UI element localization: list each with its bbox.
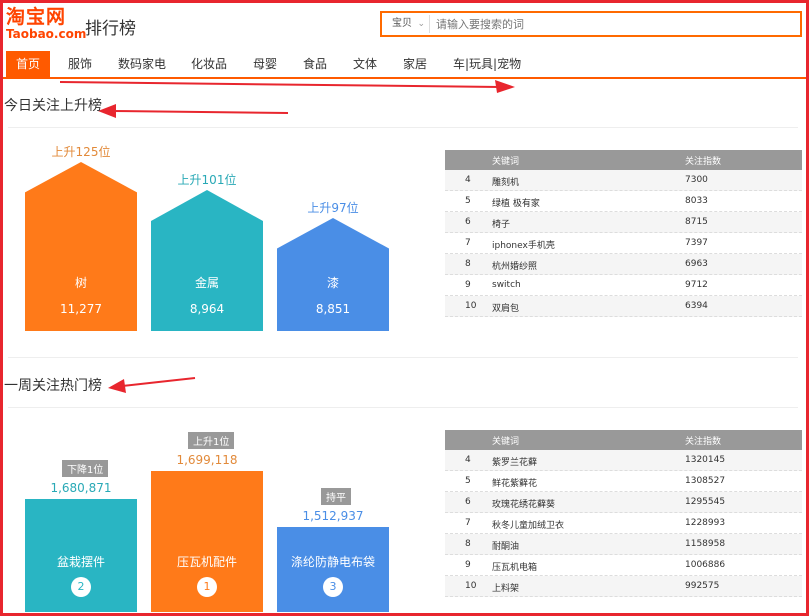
- section-title-weekly-hot: 一周关注热门榜: [4, 378, 102, 394]
- bar-rise-label: 上升97位: [307, 201, 359, 215]
- row-keyword[interactable]: 双肩包: [492, 301, 519, 314]
- row-index: 9712: [685, 280, 708, 290]
- row-rank: 7: [465, 518, 471, 528]
- rank-change-tag: 下降1位: [62, 460, 109, 477]
- row-index: 1320145: [685, 455, 726, 465]
- hot-bar[interactable]: 涤纶防静电布袋 3: [277, 527, 389, 612]
- column-header-index: 关注指数: [685, 157, 722, 167]
- bar-rise-label: 上升125位: [51, 145, 111, 159]
- row-rank: 10: [465, 581, 477, 591]
- table-row[interactable]: 7 iphonex手机壳 7397: [445, 233, 802, 254]
- row-index: 1295545: [685, 497, 726, 507]
- column-header-keyword: 关键词: [492, 437, 520, 447]
- row-rank: 8: [465, 259, 471, 269]
- table-row[interactable]: 7 秋冬儿童加绒卫衣 1228993: [445, 513, 802, 534]
- divider: [8, 127, 798, 128]
- bar-value-label: 1,699,118: [176, 453, 238, 467]
- bar-value: 8,964: [189, 302, 225, 316]
- table-header: 关键词 关注指数: [445, 430, 802, 450]
- column-header-keyword: 关键词: [492, 157, 520, 167]
- rising-keywords-table: 关键词 关注指数 4 雕刻机 7300 5 绿植 极有家 8033 6 椅子 8715 7 i…: [445, 150, 802, 317]
- hot-bar[interactable]: 盆栽摆件 2: [25, 499, 137, 612]
- row-index: 992575: [685, 581, 720, 591]
- rank-badge: 1: [197, 577, 217, 597]
- bar-name: 树: [74, 276, 87, 290]
- row-rank: 5: [465, 196, 471, 206]
- arrow-left-section1: [98, 104, 289, 118]
- rank-change-tag: 上升1位: [188, 432, 235, 449]
- divider: [8, 357, 798, 358]
- row-rank: 6: [465, 497, 471, 507]
- row-rank: 9: [465, 280, 471, 290]
- table-row[interactable]: 8 耐酮油 1158958: [445, 534, 802, 555]
- row-index: 1228993: [685, 518, 726, 528]
- row-keyword[interactable]: 上料架: [492, 581, 519, 594]
- divider: [8, 407, 798, 408]
- row-keyword[interactable]: 耐酮油: [492, 539, 519, 552]
- row-rank: 6: [465, 217, 471, 227]
- row-keyword[interactable]: switch: [492, 280, 521, 290]
- row-keyword[interactable]: 玫瑰花绣花藓葵: [492, 497, 555, 510]
- section-title-daily-rising: 今日关注上升榜: [4, 98, 102, 114]
- row-index: 6963: [685, 259, 708, 269]
- row-rank: 5: [465, 476, 471, 486]
- table-row[interactable]: 10 上料架 992575: [445, 576, 802, 597]
- bar-name: 漆: [326, 276, 339, 290]
- table-row[interactable]: 8 杭州婚纱照 6963: [445, 254, 802, 275]
- row-index: 8033: [685, 196, 708, 206]
- bar-name: 盆栽摆件: [56, 555, 105, 569]
- row-index: 1158958: [685, 539, 726, 549]
- row-rank: 7: [465, 238, 471, 248]
- bar-value-label: 1,680,871: [50, 481, 112, 495]
- table-row[interactable]: 4 紫罗兰花藓 1320145: [445, 450, 802, 471]
- table-row[interactable]: 10 双肩包 6394: [445, 296, 802, 317]
- row-index: 6394: [685, 301, 708, 311]
- table-row[interactable]: 5 绿植 极有家 8033: [445, 191, 802, 212]
- bar-value: 8,851: [315, 302, 351, 316]
- table-row[interactable]: 5 鲜花紫藓花 1308527: [445, 471, 802, 492]
- row-index: 7397: [685, 238, 708, 248]
- table-row[interactable]: 6 玫瑰花绣花藓葵 1295545: [445, 492, 802, 513]
- bar-value: 11,277: [60, 302, 102, 316]
- bar-value-label: 1,512,937: [302, 509, 364, 523]
- arrow-right-nav: [59, 80, 515, 93]
- row-index: 1308527: [685, 476, 726, 486]
- table-row[interactable]: 9 压瓦机电箱 1006886: [445, 555, 802, 576]
- row-index: 1006886: [685, 560, 726, 570]
- bar-name: 金属: [194, 276, 219, 290]
- row-keyword[interactable]: 压瓦机电箱: [492, 560, 537, 573]
- column-header-index: 关注指数: [685, 437, 722, 447]
- row-rank: 4: [465, 175, 471, 185]
- bar-name: 压瓦机配件: [176, 555, 237, 569]
- row-rank: 8: [465, 539, 471, 549]
- row-keyword[interactable]: 雕刻机: [492, 175, 519, 188]
- bar-name: 涤纶防静电布袋: [290, 555, 375, 569]
- table-row[interactable]: 9 switch 9712: [445, 275, 802, 296]
- row-keyword[interactable]: 秋冬儿童加绒卫衣: [492, 518, 564, 531]
- table-row[interactable]: 4 雕刻机 7300: [445, 170, 802, 191]
- row-keyword[interactable]: 鲜花紫藓花: [492, 476, 537, 489]
- rank-badge: 2: [71, 577, 91, 597]
- row-keyword[interactable]: 绿植 极有家: [492, 196, 540, 209]
- row-keyword[interactable]: 椅子: [492, 217, 510, 230]
- bar-rise-label: 上升101位: [177, 173, 237, 187]
- row-rank: 4: [465, 455, 471, 465]
- hot-bar[interactable]: 压瓦机配件 1: [151, 471, 263, 612]
- row-index: 7300: [685, 175, 708, 185]
- arrow-left-section2: [108, 377, 196, 393]
- row-keyword[interactable]: 紫罗兰花藓: [492, 455, 537, 468]
- table-row[interactable]: 6 椅子 8715: [445, 212, 802, 233]
- row-keyword[interactable]: 杭州婚纱照: [492, 259, 537, 272]
- table-header: 关键词 关注指数: [445, 150, 802, 170]
- row-keyword[interactable]: iphonex手机壳: [492, 238, 555, 251]
- row-rank: 10: [465, 301, 477, 311]
- rising-bar[interactable]: 树 11,277: [25, 162, 137, 331]
- hot-keywords-table: 关键词 关注指数 4 紫罗兰花藓 1320145 5 鲜花紫藓花 1308527 6 玫瑰…: [445, 430, 802, 597]
- rank-badge: 3: [323, 577, 343, 597]
- row-index: 8715: [685, 217, 708, 227]
- rank-change-tag: 持平: [321, 488, 351, 505]
- row-rank: 9: [465, 560, 471, 570]
